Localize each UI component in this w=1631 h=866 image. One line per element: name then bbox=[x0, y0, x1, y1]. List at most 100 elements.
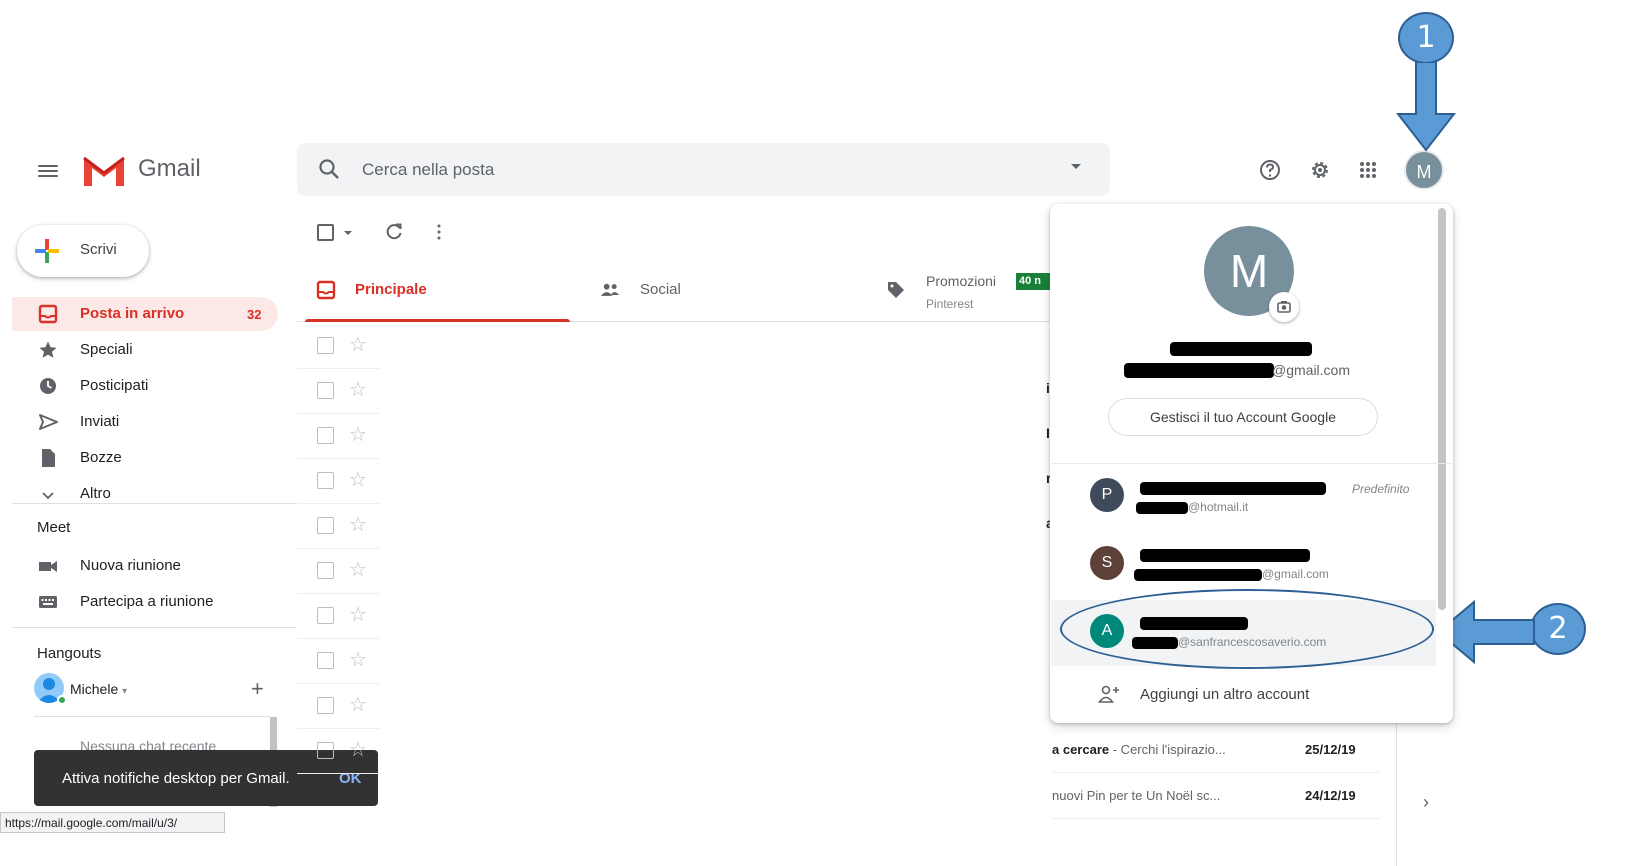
chevron-down-icon bbox=[42, 492, 54, 500]
mail-row[interactable]: a cercare - Cerchi l'ispirazio... bbox=[1052, 742, 1226, 757]
sidebar-item-label[interactable]: Posta in arrivo bbox=[80, 305, 184, 322]
inbox-unread-count: 32 bbox=[247, 307, 262, 322]
select-all-checkbox[interactable] bbox=[317, 224, 334, 241]
mail-row-divider bbox=[1052, 818, 1380, 819]
row-star-icon[interactable]: ☆ bbox=[349, 335, 367, 355]
redacted-account-name bbox=[1170, 342, 1312, 356]
inbox-tab-icon bbox=[316, 280, 336, 300]
popover-scrollbar[interactable] bbox=[1438, 208, 1446, 610]
tag-icon bbox=[888, 282, 904, 298]
add-account-button[interactable]: Aggiungi un altro account bbox=[1140, 686, 1309, 703]
select-caret-icon[interactable] bbox=[344, 231, 352, 235]
compose-label[interactable]: Scrivi bbox=[80, 241, 117, 258]
mail-subject: a cercare bbox=[1052, 742, 1110, 757]
meet-new-meeting[interactable]: Nuova riunione bbox=[80, 557, 181, 574]
promo-new-badge: 40 n bbox=[1016, 273, 1052, 290]
online-status-dot bbox=[57, 695, 67, 705]
hangouts-divider bbox=[34, 716, 270, 717]
apps-grid-icon[interactable] bbox=[1356, 158, 1380, 182]
main-menu-button[interactable] bbox=[38, 162, 58, 180]
row-star-icon[interactable]: ☆ bbox=[349, 740, 367, 760]
help-icon[interactable] bbox=[1257, 157, 1283, 183]
camera-icon bbox=[1277, 301, 1291, 313]
caret-down-icon: ▾ bbox=[122, 686, 128, 697]
mail-row-divider bbox=[1052, 772, 1380, 773]
video-icon bbox=[39, 561, 57, 572]
tab-social-label[interactable]: Social bbox=[640, 281, 681, 298]
redacted-email-user bbox=[1136, 502, 1188, 514]
row-checkbox[interactable] bbox=[317, 697, 334, 714]
row-checkbox[interactable] bbox=[317, 607, 334, 624]
row-star-icon[interactable]: ☆ bbox=[349, 425, 367, 445]
send-icon bbox=[39, 414, 58, 430]
draft-icon bbox=[42, 449, 55, 467]
star-icon bbox=[39, 341, 57, 358]
search-input[interactable]: Cerca nella posta bbox=[362, 160, 494, 180]
tab-promozioni-label[interactable]: Promozioni bbox=[926, 273, 996, 289]
sidebar-item-sent[interactable]: Inviati bbox=[80, 413, 119, 430]
row-star-icon[interactable]: ☆ bbox=[349, 380, 367, 400]
row-divider bbox=[297, 638, 379, 639]
mail-snippet: nuovi Pin per te Un Noël sc... bbox=[1052, 788, 1221, 803]
hangouts-user-label: Michele bbox=[70, 681, 119, 697]
gear-icon[interactable] bbox=[1307, 157, 1333, 183]
people-icon bbox=[600, 283, 620, 296]
row-checkbox[interactable] bbox=[317, 382, 334, 399]
gmail-logo-icon[interactable] bbox=[82, 152, 126, 188]
refresh-icon[interactable] bbox=[384, 222, 404, 242]
account-email-suffix: @gmail.com bbox=[1262, 567, 1329, 581]
annotation-arrow-down-icon bbox=[1396, 62, 1456, 152]
inbox-icon bbox=[38, 304, 58, 324]
row-divider bbox=[297, 503, 379, 504]
status-bar-url: https://mail.google.com/mail/u/3/ bbox=[0, 812, 225, 833]
chevron-right-icon[interactable]: › bbox=[1423, 792, 1429, 813]
new-chat-plus-icon[interactable]: + bbox=[251, 676, 264, 702]
row-checkbox[interactable] bbox=[317, 337, 334, 354]
row-divider bbox=[297, 458, 379, 459]
redacted-account-name bbox=[1140, 482, 1326, 495]
row-divider bbox=[297, 413, 379, 414]
compose-plus-icon[interactable] bbox=[34, 238, 60, 264]
row-star-icon[interactable]: ☆ bbox=[349, 650, 367, 670]
hangouts-user-name[interactable]: Michele ▾ bbox=[70, 681, 127, 697]
redacted-email-user bbox=[1124, 363, 1274, 378]
row-checkbox[interactable] bbox=[317, 742, 334, 759]
mail-row[interactable]: nuovi Pin per te Un Noël sc... bbox=[1052, 788, 1220, 803]
row-star-icon[interactable]: ☆ bbox=[349, 605, 367, 625]
annotation-badge-1: 1 bbox=[1398, 12, 1454, 64]
app-name: Gmail bbox=[138, 155, 201, 182]
clock-icon bbox=[40, 378, 56, 394]
account-avatar-button[interactable]: M bbox=[1404, 150, 1444, 190]
change-photo-button[interactable] bbox=[1269, 292, 1299, 322]
row-star-icon[interactable]: ☆ bbox=[349, 515, 367, 535]
sidebar-divider bbox=[12, 627, 296, 628]
row-checkbox[interactable] bbox=[317, 652, 334, 669]
more-vert-icon[interactable] bbox=[436, 222, 442, 242]
tab-principale[interactable] bbox=[305, 262, 570, 320]
account-avatar-p: P bbox=[1090, 478, 1124, 512]
meet-join-meeting[interactable]: Partecipa a riunione bbox=[80, 593, 213, 610]
row-star-icon[interactable]: ☆ bbox=[349, 695, 367, 715]
row-divider bbox=[297, 548, 379, 549]
add-person-icon[interactable] bbox=[1098, 684, 1120, 704]
sidebar-item-more[interactable]: Altro bbox=[80, 485, 111, 502]
redacted-account-name bbox=[1140, 549, 1310, 562]
tab-principale-label[interactable]: Principale bbox=[355, 281, 427, 298]
account-email-suffix: @gmail.com bbox=[1272, 362, 1351, 378]
row-checkbox[interactable] bbox=[317, 562, 334, 579]
row-checkbox[interactable] bbox=[317, 517, 334, 534]
row-checkbox[interactable] bbox=[317, 427, 334, 444]
mail-snippet: - Cerchi l'ispirazio... bbox=[1109, 742, 1226, 757]
search-icon[interactable] bbox=[318, 158, 340, 180]
sidebar-item-starred[interactable]: Speciali bbox=[80, 341, 133, 358]
sidebar-item-snoozed[interactable]: Posticipati bbox=[80, 377, 148, 394]
tab-social[interactable] bbox=[590, 262, 855, 320]
row-star-icon[interactable]: ☆ bbox=[349, 470, 367, 490]
row-checkbox[interactable] bbox=[317, 472, 334, 489]
row-divider bbox=[297, 683, 379, 684]
search-options-caret-icon[interactable] bbox=[1071, 164, 1081, 169]
sidebar-item-drafts[interactable]: Bozze bbox=[80, 449, 122, 466]
annotation-ellipse bbox=[1060, 589, 1434, 669]
row-star-icon[interactable]: ☆ bbox=[349, 560, 367, 580]
manage-google-account-button[interactable]: Gestisci il tuo Account Google bbox=[1108, 398, 1378, 436]
